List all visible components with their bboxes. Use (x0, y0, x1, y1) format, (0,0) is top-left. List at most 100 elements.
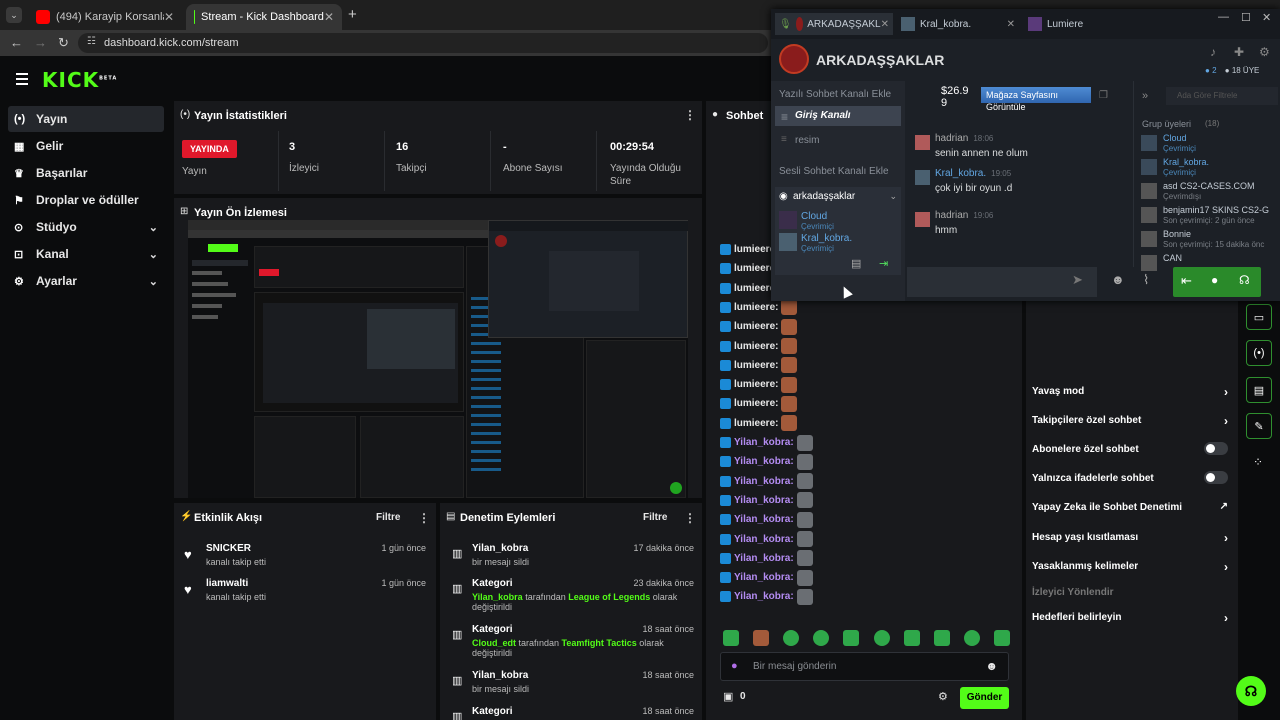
chat-username[interactable]: Yilan_kobra: (734, 495, 794, 506)
emote-icon[interactable] (753, 630, 770, 646)
emote-icon[interactable] (813, 630, 830, 646)
sidebar-item-broadcast[interactable]: (•) Yayın (8, 106, 164, 132)
moderation-filter-button[interactable]: Filtre (643, 512, 667, 523)
chat-username[interactable]: lumieere: (734, 341, 778, 352)
friend-filter[interactable]: Ada Göre Filtrele (1166, 87, 1278, 105)
copy-icon[interactable]: ❐ (1099, 90, 1108, 101)
emote-icon[interactable] (933, 630, 950, 646)
member-item[interactable]: Bonnie Son çevrimiçi: 15 dakika önc (1141, 229, 1276, 251)
activity-filter-button[interactable]: Filtre (376, 512, 400, 523)
chat-message[interactable]: Yilan_kobra: (720, 530, 813, 549)
chat-message[interactable]: Yilan_kobra: (720, 568, 813, 587)
chat-message[interactable]: Yilan_kobra: (720, 587, 813, 606)
message-author[interactable]: hadrian (935, 133, 968, 144)
emote-icon[interactable] (873, 630, 890, 646)
chat-username[interactable]: Yilan_kobra: (734, 591, 794, 602)
member-item[interactable]: benjamin17 SKINS CS2-G Son çevrimiçi: 2 g… (1141, 205, 1276, 227)
chat-message[interactable]: lumieere: (720, 375, 798, 394)
chat-message[interactable]: lumieere: (720, 394, 798, 413)
setting-row[interactable]: Yavaş mod › (1032, 385, 1228, 399)
close-icon[interactable]: ✕ (1007, 19, 1015, 30)
add-friend-icon[interactable]: ✚ (1234, 45, 1244, 59)
microphone-icon[interactable]: ● (731, 660, 738, 672)
emote-icon[interactable] (963, 630, 980, 646)
layout-rail-icon[interactable]: ▤ (1246, 377, 1272, 403)
chat-message[interactable]: lumieere: (720, 414, 798, 433)
chat-settings-icon[interactable]: ⚙ (938, 690, 948, 703)
tab-search-button[interactable]: ⌄ (6, 7, 22, 23)
sidebar-item-gift[interactable]: ⚑ Droplar ve ödüller (8, 187, 164, 213)
chat-username[interactable]: lumieere: (734, 360, 778, 371)
chat-username[interactable]: lumieere: (734, 302, 778, 313)
chat-message[interactable]: Yilan_kobra: (720, 433, 813, 452)
more-options-icon[interactable]: ⋮ (684, 511, 696, 525)
wrench-rail-icon[interactable]: ✎ (1246, 413, 1272, 439)
emoji-icon[interactable]: ☻ (1111, 272, 1125, 287)
setting-row[interactable]: Yasaklanmış kelimeler › (1032, 560, 1228, 574)
add-voice-channel[interactable]: Sesli Sohbet Kanalı Ekle (779, 166, 889, 177)
emote-icon[interactable] (783, 630, 800, 646)
minimize-icon[interactable]: — (1218, 11, 1229, 23)
steam-tab-group[interactable]: 🎙 ARKADAŞŞAKL ✕ (775, 13, 893, 35)
url-field[interactable]: ☷ dashboard.kick.com/stream (78, 33, 768, 53)
channel-item-resim[interactable]: resim (795, 135, 819, 146)
chat-username[interactable]: Yilan_kobra: (734, 476, 794, 487)
close-icon[interactable]: ✕ (164, 10, 174, 24)
chevron-down-icon[interactable]: ⌄ (889, 191, 897, 202)
setting-row[interactable]: Abonelere özel sohbet (1032, 442, 1228, 455)
member-item[interactable]: CAN (1141, 253, 1276, 275)
leave-voice-icon[interactable]: ⇤ (1181, 273, 1192, 289)
close-icon[interactable]: ✕ (881, 19, 889, 30)
collapse-icon[interactable]: » (1142, 90, 1148, 102)
send-button[interactable]: Gönder (960, 687, 1009, 709)
setting-row[interactable]: Hesap yaşı kısıtlaması › (1032, 531, 1228, 545)
channel-item-entry[interactable]: ≡ Giriş Kanalı (775, 106, 901, 126)
emoji-icon[interactable]: ☻ (985, 659, 998, 673)
setting-row[interactable]: Hedefleri belirleyin › (1032, 611, 1228, 625)
chat-username[interactable]: Yilan_kobra: (734, 437, 794, 448)
message-author[interactable]: Kral_kobra. (935, 168, 986, 179)
toggle-switch[interactable] (1204, 442, 1228, 455)
chat-message[interactable]: Yilan_kobra: (720, 452, 813, 471)
chat-message[interactable]: lumieere: (720, 317, 798, 336)
chat-message[interactable]: Yilan_kobra: (720, 510, 813, 529)
sidebar-item-channel[interactable]: ⊡ Kanal ⌄ (8, 241, 164, 267)
browser-tab-youtube[interactable]: (494) Karayip Korsanları Türkçe ✕ (28, 4, 182, 30)
apps-icon[interactable]: ⁘ (1253, 455, 1263, 469)
stream-preview-video[interactable] (188, 220, 688, 498)
toggle-switch[interactable] (1204, 471, 1228, 484)
reload-icon[interactable]: ↻ (58, 35, 69, 51)
sidebar-item-trophy[interactable]: ♛ Başarılar (8, 160, 164, 186)
chat-message[interactable]: lumieere: (720, 337, 798, 356)
chat-username[interactable]: lumieere: (734, 398, 778, 409)
more-options-icon[interactable]: ⋮ (684, 108, 696, 122)
member-item[interactable]: Kral_kobra. Çevrimiçi (1141, 157, 1276, 179)
send-icon[interactable]: ➤ (1072, 272, 1083, 288)
browser-tab-kick[interactable]: Stream - Kick Dashboard ✕ (186, 4, 342, 30)
steam-tab-lumiere[interactable]: Lumiere (1028, 13, 1146, 35)
sidebar-item-gear[interactable]: ⚙ Ayarlar ⌄ (8, 268, 164, 294)
chat-username[interactable]: lumieere: (734, 321, 778, 332)
chat-username[interactable]: lumieere: (734, 379, 778, 390)
member-item[interactable]: asd CS2-CASES.COM Çevrimdışı (1141, 181, 1276, 203)
member-item[interactable]: Cloud Çevrimiçi (1141, 133, 1276, 155)
microphone-icon[interactable]: ● (1211, 273, 1218, 287)
steam-tab-kral[interactable]: Kral_kobra. ✕ (901, 13, 1019, 35)
chat-rail-icon[interactable]: ▭ (1246, 304, 1272, 330)
setting-row[interactable]: Takipçilere özel sohbet › (1032, 414, 1228, 428)
chat-input[interactable]: ● Bir mesaj gönderin ☻ (720, 652, 1009, 681)
chat-username[interactable]: Yilan_kobra: (734, 514, 794, 525)
chat-message[interactable]: Yilan_kobra: (720, 472, 813, 491)
chat-username[interactable]: Yilan_kobra: (734, 553, 794, 564)
setting-row[interactable]: Yalnızca ifadelerle sohbet (1032, 471, 1228, 484)
emote-icon[interactable] (993, 630, 1010, 646)
avatar[interactable] (915, 135, 930, 150)
broadcast-rail-icon[interactable]: (•) (1246, 340, 1272, 366)
new-tab-button[interactable]: + (348, 6, 357, 23)
avatar[interactable] (915, 170, 930, 185)
menu-icon[interactable] (16, 73, 28, 85)
support-icon[interactable]: ☊ (1236, 676, 1266, 706)
avatar[interactable] (915, 212, 930, 227)
headset-icon[interactable]: ☊ (1239, 273, 1250, 287)
chat-username[interactable]: lumieere: (734, 418, 778, 429)
